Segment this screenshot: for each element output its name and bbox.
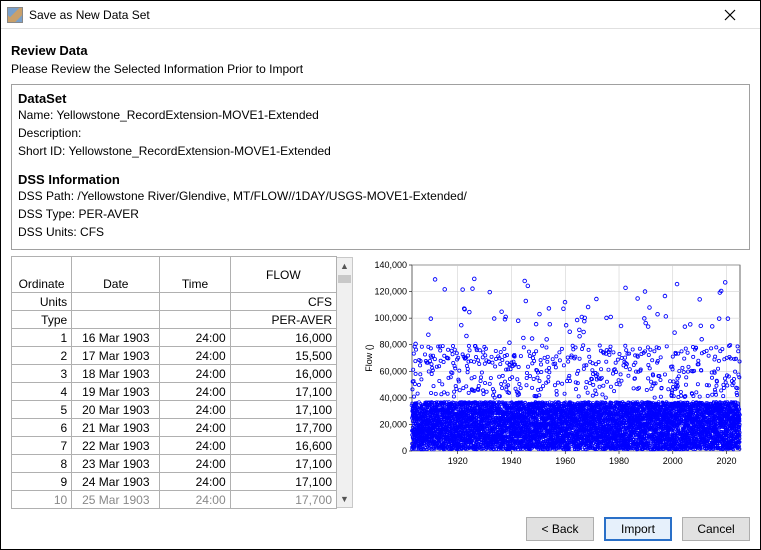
dataset-shortid-row: Short ID: Yellowstone_RecordExtension-MO… — [18, 142, 743, 160]
dss-path-row: DSS Path: /Yellowstone River/Glendive, M… — [18, 187, 743, 205]
dataset-shortid-value: Yellowstone_RecordExtension-MOVE1-Extend… — [68, 144, 330, 158]
dataset-panel: DataSet Name: Yellowstone_RecordExtensio… — [11, 84, 750, 250]
svg-text:1980: 1980 — [609, 456, 629, 466]
dss-type-row: DSS Type: PER-AVER — [18, 205, 743, 223]
scroll-thumb[interactable] — [338, 275, 351, 283]
dataset-shortid-label: Short ID: — [18, 144, 65, 158]
table-row[interactable]: 8 23 Mar 1903 24:00 17,100 — [12, 455, 337, 473]
dataset-description-row: Description: — [18, 124, 743, 142]
svg-text:0: 0 — [402, 446, 407, 456]
dataset-name-row: Name: Yellowstone_RecordExtension-MOVE1-… — [18, 106, 743, 124]
type-label: Type — [12, 311, 72, 329]
data-table-wrap: Ordinate Date Time FLOW Units CFS Type — [11, 256, 351, 509]
svg-text:60,000: 60,000 — [379, 366, 407, 376]
footer-buttons: < Back Import Cancel — [526, 517, 750, 541]
dss-units-value: CFS — [80, 225, 104, 239]
svg-text:120,000: 120,000 — [374, 287, 407, 297]
table-row[interactable]: 1 16 Mar 1903 24:00 16,000 — [12, 329, 337, 347]
dss-heading: DSS Information — [18, 172, 743, 187]
scroll-up-icon[interactable]: ▲ — [337, 258, 352, 274]
svg-text:2020: 2020 — [717, 456, 737, 466]
import-button[interactable]: Import — [604, 517, 672, 541]
dss-type-label: DSS Type: — [18, 207, 75, 221]
svg-text:80,000: 80,000 — [379, 340, 407, 350]
svg-text:140,000: 140,000 — [374, 260, 407, 270]
svg-text:Flow (): Flow () — [364, 344, 374, 372]
svg-text:40,000: 40,000 — [379, 393, 407, 403]
table-row[interactable]: 4 19 Mar 1903 24:00 17,100 — [12, 383, 337, 401]
dss-path-value: /Yellowstone River/Glendive, MT/FLOW//1D… — [77, 189, 466, 203]
col-date[interactable]: Date — [72, 257, 160, 293]
table-row[interactable]: 6 21 Mar 1903 24:00 17,700 — [12, 419, 337, 437]
scroll-down-icon[interactable]: ▼ — [337, 491, 352, 507]
flow-chart-svg: 0 20,000 40,000 60,000 80,000 100,000 120,000 1… — [360, 257, 748, 475]
table-row-units[interactable]: Units CFS — [12, 293, 337, 311]
flow-type: PER-AVER — [230, 311, 336, 329]
units-label: Units — [12, 293, 72, 311]
svg-text:1940: 1940 — [501, 456, 521, 466]
back-button[interactable]: < Back — [526, 517, 594, 541]
dataset-description-label: Description: — [18, 126, 81, 140]
col-ordinate[interactable]: Ordinate — [12, 257, 72, 293]
svg-text:1960: 1960 — [555, 456, 575, 466]
flow-units: CFS — [230, 293, 336, 311]
table-row[interactable]: 7 22 Mar 1903 24:00 16,600 — [12, 437, 337, 455]
data-table[interactable]: Ordinate Date Time FLOW Units CFS Type — [11, 256, 337, 509]
svg-text:2000: 2000 — [663, 456, 683, 466]
svg-text:1920: 1920 — [448, 456, 468, 466]
table-row[interactable]: 10 25 Mar 1903 24:00 17,700 — [12, 491, 337, 509]
titlebar: Save as New Data Set — [1, 1, 760, 29]
table-scrollbar[interactable]: ▲ ▼ — [337, 257, 353, 508]
app-icon — [7, 7, 23, 23]
flow-chart: 0 20,000 40,000 60,000 80,000 100,000 120,000 1… — [359, 256, 750, 474]
close-icon — [724, 9, 736, 21]
col-flow[interactable]: FLOW — [230, 257, 336, 293]
dataset-heading: DataSet — [18, 91, 743, 106]
dataset-name-label: Name: — [18, 108, 53, 122]
cancel-button[interactable]: Cancel — [682, 517, 750, 541]
col-time[interactable]: Time — [160, 257, 230, 293]
dss-units-row: DSS Units: CFS — [18, 223, 743, 241]
page-subtitle: Please Review the Selected Information P… — [11, 62, 750, 76]
dss-path-label: DSS Path: — [18, 189, 74, 203]
dss-units-label: DSS Units: — [18, 225, 77, 239]
table-row-type[interactable]: Type PER-AVER — [12, 311, 337, 329]
svg-text:100,000: 100,000 — [374, 313, 407, 323]
dss-type-value: PER-AVER — [78, 207, 138, 221]
close-button[interactable] — [718, 4, 754, 26]
table-row[interactable]: 2 17 Mar 1903 24:00 15,500 — [12, 347, 337, 365]
window-title: Save as New Data Set — [29, 8, 718, 22]
svg-text:20,000: 20,000 — [379, 419, 407, 429]
table-row[interactable]: 3 18 Mar 1903 24:00 16,000 — [12, 365, 337, 383]
table-row[interactable]: 9 24 Mar 1903 24:00 17,100 — [12, 473, 337, 491]
dataset-name-value: Yellowstone_RecordExtension-MOVE1-Extend… — [56, 108, 318, 122]
page-title: Review Data — [11, 43, 750, 58]
table-row[interactable]: 5 20 Mar 1903 24:00 17,100 — [12, 401, 337, 419]
